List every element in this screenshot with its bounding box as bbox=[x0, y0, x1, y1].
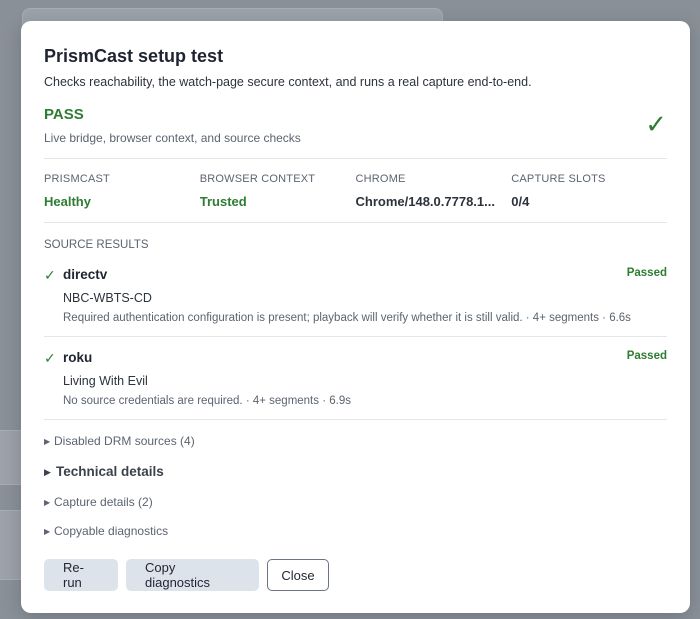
source-channel: NBC-WBTS-CD bbox=[63, 291, 152, 305]
overall-status: PASS Live bridge, browser context, and s… bbox=[44, 105, 667, 159]
metrics-row: PRISMCAST Healthy BROWSER CONTEXT Truste… bbox=[44, 159, 667, 223]
source-results-heading: SOURCE RESULTS bbox=[44, 239, 149, 251]
metric-value: Healthy bbox=[44, 194, 91, 209]
rerun-button[interactable]: Re-run bbox=[44, 559, 118, 591]
triangle-right-icon: ▶ bbox=[44, 467, 51, 477]
metric-prismcast: PRISMCAST Healthy bbox=[44, 172, 200, 210]
check-icon: ✓ bbox=[44, 267, 56, 283]
source-status: Passed bbox=[626, 350, 667, 362]
close-button[interactable]: Close bbox=[267, 559, 329, 591]
triangle-right-icon: ▶ bbox=[44, 437, 51, 446]
metric-label: BROWSER CONTEXT bbox=[199, 173, 316, 185]
triangle-right-icon: ▶ bbox=[44, 498, 51, 507]
metric-value: Chrome/148.0.7778.1... bbox=[355, 194, 495, 209]
setup-test-dialog: PrismCast setup test Checks reachability… bbox=[21, 21, 690, 613]
source-list: ✓ directv Passed NBC-WBTS-CD Required au… bbox=[44, 254, 667, 420]
source-item-roku: ✓ roku Passed Living With Evil No source… bbox=[44, 337, 667, 420]
metric-capture-slots: CAPTURE SLOTS 0/4 bbox=[511, 172, 667, 210]
source-item-directv: ✓ directv Passed NBC-WBTS-CD Required au… bbox=[44, 254, 667, 337]
capture-details-disclosure[interactable]: ▶ Capture details (2) bbox=[44, 494, 667, 511]
status-label: PASS bbox=[44, 106, 84, 123]
copy-diagnostics-button[interactable]: Copy diagnostics bbox=[126, 559, 259, 591]
source-channel: Living With Evil bbox=[63, 374, 148, 388]
dialog-subtitle: Checks reachability, the watch-page secu… bbox=[44, 75, 532, 89]
disclosure-label: Disabled DRM sources (4) bbox=[54, 434, 195, 448]
disclosure-label: Copyable diagnostics bbox=[54, 524, 169, 538]
metric-value: Trusted bbox=[199, 194, 247, 209]
metric-browser-context: BROWSER CONTEXT Trusted bbox=[200, 172, 356, 210]
disclosure-label: Technical details bbox=[56, 464, 164, 479]
source-detail: No source credentials are required. · 4+… bbox=[63, 395, 351, 407]
technical-details-disclosure[interactable]: ▶ Technical details bbox=[44, 464, 667, 480]
dialog-actions: Re-run Copy diagnostics Close bbox=[44, 559, 329, 591]
metric-chrome: CHROME Chrome/148.0.7778.1... bbox=[356, 172, 512, 210]
disclosure-label: Capture details (2) bbox=[54, 495, 153, 509]
disabled-drm-disclosure[interactable]: ▶ Disabled DRM sources (4) bbox=[44, 433, 667, 450]
check-icon: ✓ bbox=[44, 350, 56, 366]
check-icon: ✓ bbox=[645, 109, 667, 139]
copyable-diagnostics-disclosure[interactable]: ▶ Copyable diagnostics bbox=[44, 523, 667, 540]
metric-label: CAPTURE SLOTS bbox=[511, 173, 606, 185]
triangle-right-icon: ▶ bbox=[44, 527, 51, 536]
source-detail: Required authentication configuration is… bbox=[63, 312, 631, 324]
dialog-title: PrismCast setup test bbox=[44, 46, 224, 66]
source-name: roku bbox=[63, 350, 93, 365]
status-description: Live bridge, browser context, and source… bbox=[44, 131, 301, 145]
metric-value: 0/4 bbox=[511, 194, 530, 209]
metric-label: PRISMCAST bbox=[44, 173, 110, 185]
metric-label: CHROME bbox=[355, 173, 406, 185]
source-name: directv bbox=[63, 267, 108, 282]
source-status: Passed bbox=[626, 267, 667, 279]
